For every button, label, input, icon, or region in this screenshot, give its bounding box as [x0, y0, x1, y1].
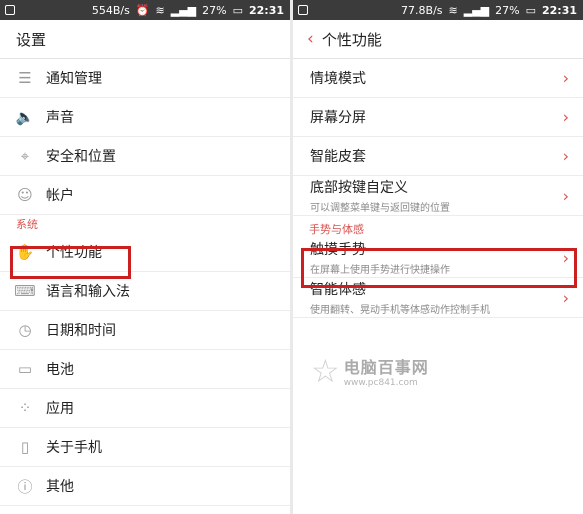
signal-icon: ▂▄▆ [170, 3, 197, 17]
item-label: 安全和位置 [46, 149, 116, 165]
feature-item-split-screen[interactable]: 屏幕分屏 › [293, 98, 583, 137]
page-title: 个性功能 [321, 30, 382, 49]
wifi-icon: ≋ [155, 3, 165, 17]
list-icon: ☰ [18, 69, 32, 87]
feature-item-touch-gestures[interactable]: 触摸手势 在屏幕上使用手势进行快捷操作 › [293, 238, 583, 278]
item-label: 应用 [46, 401, 74, 417]
clock-time: 22:31 [541, 3, 577, 17]
chevron-right-icon: › [562, 186, 569, 205]
feature-item-motion-sensing[interactable]: 智能体感 使用翻转、晃动手机等体感动作控制手机 › [293, 278, 583, 318]
chevron-right-icon: › [562, 68, 569, 88]
battery-percent: 27% [202, 3, 227, 17]
section-label-system: 系统 [16, 218, 38, 231]
item-label: 通知管理 [46, 71, 102, 87]
settings-item-about-phone[interactable]: ▯ 关于手机 [0, 428, 290, 467]
title-bar: ‹ 个性功能 [293, 20, 583, 59]
info-icon: ⓘ [17, 477, 33, 496]
item-label: 日期和时间 [46, 323, 116, 339]
settings-item-battery[interactable]: ▭ 电池 [0, 350, 290, 389]
back-arrow-icon[interactable]: ‹ [307, 29, 314, 49]
item-label: 声音 [46, 110, 74, 126]
item-subtitle: 使用翻转、晃动手机等体感动作控制手机 [310, 305, 490, 316]
chevron-right-icon: › [562, 248, 569, 267]
network-speed: 554B/s [91, 3, 130, 17]
settings-item-apps[interactable]: ⁘ 应用 [0, 389, 290, 428]
phone-icon: ▯ [20, 438, 30, 456]
chevron-right-icon: › [562, 288, 569, 307]
personal-features-screen: 77.8B/s ≋ ▂▄▆ 27% ▭ 22:31 ‹ 个性功能 情境模式 › … [293, 0, 583, 514]
page-title: 设置 [0, 20, 290, 59]
signal-icon: ▂▄▆ [463, 3, 490, 17]
item-label: 触摸手势 [310, 242, 366, 258]
item-label: 屏幕分屏 [310, 110, 366, 126]
item-label: 语言和输入法 [46, 284, 130, 300]
section-label-gestures: 手势与体感 [309, 223, 364, 236]
battery-icon: ▭ [525, 3, 536, 17]
settings-item-language-input[interactable]: ⌨ 语言和输入法 [0, 272, 290, 311]
settings-item-accounts[interactable]: ☺ 帐户 [0, 176, 290, 215]
item-label: 关于手机 [46, 440, 102, 456]
battery-icon: ▭ [17, 360, 33, 378]
notification-icon [298, 5, 308, 15]
keyboard-icon: ⌨ [14, 282, 36, 300]
clock-time: 22:31 [248, 3, 284, 17]
star-logo-icon: ☆ [311, 352, 340, 390]
feature-item-smart-cover[interactable]: 智能皮套 › [293, 137, 583, 176]
apps-grid-icon: ⁘ [18, 399, 32, 417]
item-label: 智能皮套 [310, 149, 366, 165]
person-icon: ☺ [17, 186, 33, 204]
settings-item-sound[interactable]: 🔈 声音 [0, 98, 290, 137]
chevron-right-icon: › [562, 107, 569, 127]
settings-item-other[interactable]: ⓘ 其他 [0, 467, 290, 506]
item-label: 电池 [46, 362, 74, 378]
alarm-icon: ⏰ [135, 3, 150, 17]
status-bar: 77.8B/s ≋ ▂▄▆ 27% ▭ 22:31 [293, 0, 583, 20]
watermark: ☆ 电脑百事网 www.pc841.com [311, 352, 429, 390]
watermark-title: 电脑百事网 [343, 358, 429, 377]
status-bar: 554B/s ⏰ ≋ ▂▄▆ 27% ▭ 22:31 [0, 0, 290, 20]
item-label: 其他 [46, 479, 74, 495]
settings-screen: 554B/s ⏰ ≋ ▂▄▆ 27% ▭ 22:31 设置 ☰ 通知管理 🔈 声… [0, 0, 290, 514]
feature-item-bottom-keys[interactable]: 底部按键自定义 可以调整菜单键与返回键的位置 › [293, 176, 583, 216]
notification-icon [5, 5, 15, 15]
item-label: 帐户 [46, 188, 74, 204]
battery-percent: 27% [495, 3, 520, 17]
item-label: 个性功能 [46, 245, 102, 261]
item-subtitle: 可以调整菜单键与返回键的位置 [310, 203, 450, 214]
watermark-url: www.pc841.com [343, 378, 418, 388]
hand-icon: ✋ [15, 243, 35, 261]
item-subtitle: 在屏幕上使用手势进行快捷操作 [310, 265, 450, 276]
settings-item-security-location[interactable]: ⌖ 安全和位置 [0, 137, 290, 176]
item-label: 底部按键自定义 [310, 180, 408, 196]
chevron-right-icon: › [562, 146, 569, 166]
settings-item-personal-features[interactable]: ✋ 个性功能 [0, 233, 290, 272]
item-label: 情境模式 [310, 71, 366, 87]
feature-item-scene-mode[interactable]: 情境模式 › [293, 59, 583, 98]
wifi-icon: ≋ [448, 3, 458, 17]
battery-icon: ▭ [232, 3, 243, 17]
network-speed: 77.8B/s [401, 3, 443, 17]
item-label: 智能体感 [310, 282, 366, 298]
speaker-icon: 🔈 [15, 108, 35, 126]
settings-item-notifications[interactable]: ☰ 通知管理 [0, 59, 290, 98]
clock-icon: ◷ [18, 321, 32, 339]
location-pin-icon: ⌖ [20, 147, 30, 165]
settings-item-date-time[interactable]: ◷ 日期和时间 [0, 311, 290, 350]
